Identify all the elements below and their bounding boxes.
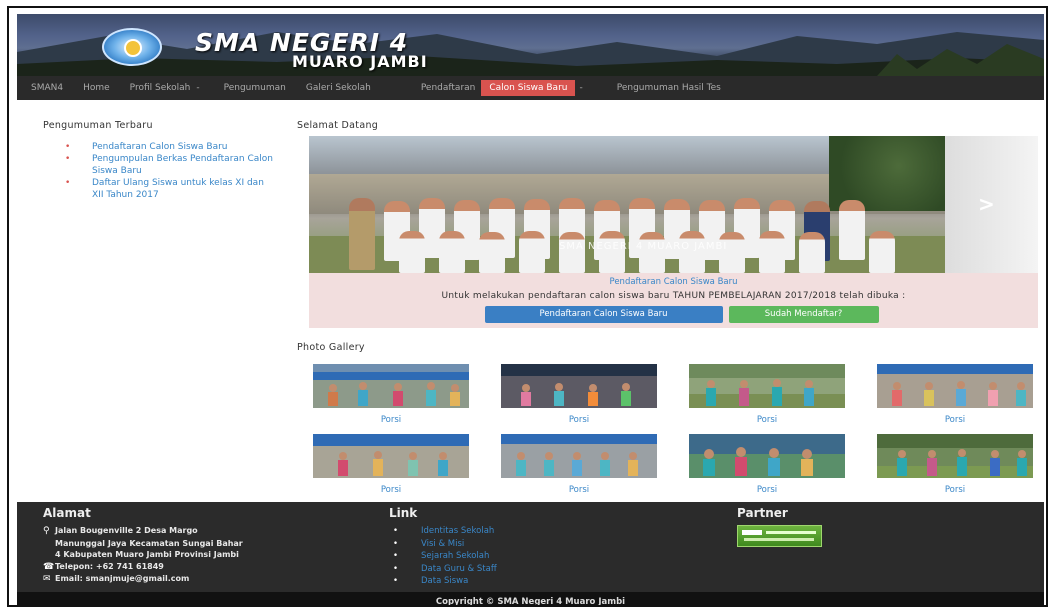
slide-caption: SMA NEGERI 4 MUARO JAMBI — [559, 241, 728, 252]
address-line-2: Manunggal Jaya Kecamatan Sungai Bahar — [55, 538, 243, 548]
phone-icon: ☎ — [43, 561, 55, 572]
gallery-caption[interactable]: Porsi — [313, 415, 469, 425]
email-icon: ✉ — [43, 574, 51, 584]
notice-title[interactable]: Pendaftaran Calon Siswa Baru — [309, 277, 1038, 287]
footer-partner: Partner — [737, 506, 937, 547]
gallery-photo[interactable] — [689, 434, 845, 478]
announcement-item[interactable]: • Pendaftaran Calon Siswa Baru — [43, 141, 273, 153]
announcement-link[interactable]: Pendaftaran Calon Siswa Baru — [92, 142, 228, 152]
gallery-item[interactable]: Porsi — [689, 434, 845, 495]
copyright-bar: Copyright © SMA Negeri 4 Muaro Jambi — [17, 592, 1044, 605]
register-button[interactable]: Pendaftaran Calon Siswa Baru — [484, 306, 723, 323]
main-content: Selamat Datang SMA NEGERI 4 MUARO JAMBI … — [297, 120, 1038, 495]
announcement-item[interactable]: • Pengumpulan Berkas Pendaftaran Calon Si… — [43, 153, 273, 177]
image-slider[interactable]: SMA NEGERI 4 MUARO JAMBI > — [309, 136, 1038, 273]
map-marker-icon: ⚲ — [43, 526, 50, 536]
gallery-photo[interactable] — [313, 434, 469, 478]
nav-dropdown-marker[interactable]: - — [194, 76, 213, 100]
footer-link-label[interactable]: Data Guru & Staff — [421, 564, 497, 574]
nav-item-galeri[interactable]: Galeri Sekolah — [296, 76, 381, 100]
announcement-list: • Pendaftaran Calon Siswa Baru • Pengumpul… — [43, 141, 273, 201]
footer-link[interactable]: • Sejarah Sekolah — [389, 550, 649, 563]
bullet-icon: • — [65, 154, 71, 164]
gallery-photo[interactable] — [877, 364, 1033, 408]
welcome-title: Selamat Datang — [297, 120, 379, 131]
partner-logo[interactable] — [737, 525, 822, 547]
nav-item-home[interactable]: Home — [73, 76, 120, 100]
address-title: Alamat — [43, 506, 91, 520]
gallery-caption[interactable]: Porsi — [877, 485, 1033, 495]
footer: Alamat ⚲ Jalan Bougenville 2 Desa Margo M… — [17, 502, 1044, 592]
address-line-1: Jalan Bougenville 2 Desa Margo — [55, 526, 198, 535]
nav-item-pengumuman[interactable]: Pengumuman — [214, 76, 296, 100]
chevron-right-icon[interactable]: > — [978, 192, 995, 216]
gallery-photo[interactable] — [313, 364, 469, 408]
bullet-icon: • — [65, 178, 71, 188]
announcement-link[interactable]: Pengumpulan Berkas Pendaftaran Calon Sis… — [92, 154, 273, 176]
header-banner: SMA NEGERI 4 MUARO JAMBI — [17, 14, 1044, 76]
announcement-item[interactable]: • Daftar Ulang Siswa untuk kelas XI dan X… — [43, 177, 273, 201]
gallery-item[interactable]: Porsi — [689, 364, 845, 425]
bullet-icon: • — [393, 551, 399, 561]
gallery-caption[interactable]: Porsi — [313, 485, 469, 495]
gallery-caption[interactable]: Porsi — [877, 415, 1033, 425]
slider-next-button[interactable]: > — [945, 136, 1038, 273]
bullet-icon: • — [393, 576, 399, 586]
nav-dropdown-marker-2[interactable]: - — [577, 76, 606, 100]
nav-item-calon-siswa-baru[interactable]: Calon Siswa Baru — [481, 80, 576, 96]
footer-link[interactable]: • Visi & Misi — [389, 538, 649, 551]
gallery-photo[interactable] — [501, 434, 657, 478]
links-title: Link — [389, 506, 418, 520]
sidebar: Pengumuman Terbaru • Pendaftaran Calon Si… — [43, 120, 273, 201]
footer-link-label[interactable]: Identitas Sekolah — [421, 526, 494, 536]
gallery-item[interactable]: Porsi — [501, 434, 657, 495]
footer-address: Alamat ⚲ Jalan Bougenville 2 Desa Margo M… — [43, 506, 373, 586]
notice-text: Untuk melakukan pendaftaran calon siswa … — [441, 291, 906, 301]
sidebar-title: Pengumuman Terbaru — [43, 120, 153, 131]
bullet-icon: • — [393, 526, 399, 536]
footer-link-label[interactable]: Data Siswa — [421, 576, 468, 586]
bullet-icon: • — [393, 538, 399, 549]
partner-title: Partner — [737, 506, 788, 520]
already-registered-button[interactable]: Sudah Mendaftar? — [728, 306, 879, 323]
footer-link[interactable]: • Identitas Sekolah — [389, 525, 649, 538]
browser-frame: SMA NEGERI 4 MUARO JAMBI SMAN4 Home Prof… — [7, 6, 1048, 607]
phone-text: Telepon: +62 741 61849 — [55, 561, 164, 571]
school-subtitle: MUARO JAMBI — [292, 52, 428, 71]
gallery-caption[interactable]: Porsi — [501, 485, 657, 495]
footer-link-label[interactable]: Visi & Misi — [421, 539, 464, 549]
gallery-photo[interactable] — [501, 364, 657, 408]
nav-item-pendaftaran[interactable]: Pendaftaran — [411, 76, 480, 100]
nav-item-profil-sekolah[interactable]: Profil Sekolah — [120, 76, 195, 100]
gallery-photo[interactable] — [689, 364, 845, 408]
school-logo[interactable] — [102, 28, 162, 66]
gallery-caption[interactable]: Porsi — [501, 415, 657, 425]
gallery-item[interactable]: Porsi — [877, 434, 1033, 495]
bullet-icon: • — [65, 142, 71, 152]
registration-notice: Pendaftaran Calon Siswa Baru Untuk melak… — [309, 273, 1038, 328]
gallery-item[interactable]: Porsi — [501, 364, 657, 425]
gallery-item[interactable]: Porsi — [877, 364, 1033, 425]
gallery-caption[interactable]: Porsi — [689, 415, 845, 425]
gallery-photo[interactable] — [877, 434, 1033, 478]
nav-item-sman4[interactable]: SMAN4 — [17, 76, 73, 100]
bullet-icon: • — [393, 563, 399, 574]
address-line-3: 4 Kabupaten Muaro Jambi Provinsi Jambi — [55, 550, 239, 559]
email-text: Email: smanjmuje@gmail.com — [55, 574, 190, 583]
gallery-item[interactable]: Porsi — [313, 434, 469, 495]
footer-links: Link • Identitas Sekolah • Visi & Misi • Se… — [389, 506, 649, 588]
gallery-item[interactable]: Porsi — [313, 364, 469, 425]
gallery-caption[interactable]: Porsi — [689, 485, 845, 495]
main-nav: SMAN4 Home Profil Sekolah - Pengumuman G… — [17, 76, 1044, 100]
nav-item-pengumuman-hasil-tes[interactable]: Pengumuman Hasil Tes — [607, 76, 731, 100]
footer-link-label[interactable]: Sejarah Sekolah — [421, 551, 489, 561]
announcement-link[interactable]: Daftar Ulang Siswa untuk kelas XI dan XI… — [92, 178, 264, 200]
slide-photo — [309, 136, 945, 273]
footer-link[interactable]: • Data Siswa — [389, 575, 649, 588]
footer-link[interactable]: • Data Guru & Staff — [389, 563, 649, 576]
gallery-title: Photo Gallery — [297, 342, 365, 353]
mountain-background — [17, 32, 1044, 76]
